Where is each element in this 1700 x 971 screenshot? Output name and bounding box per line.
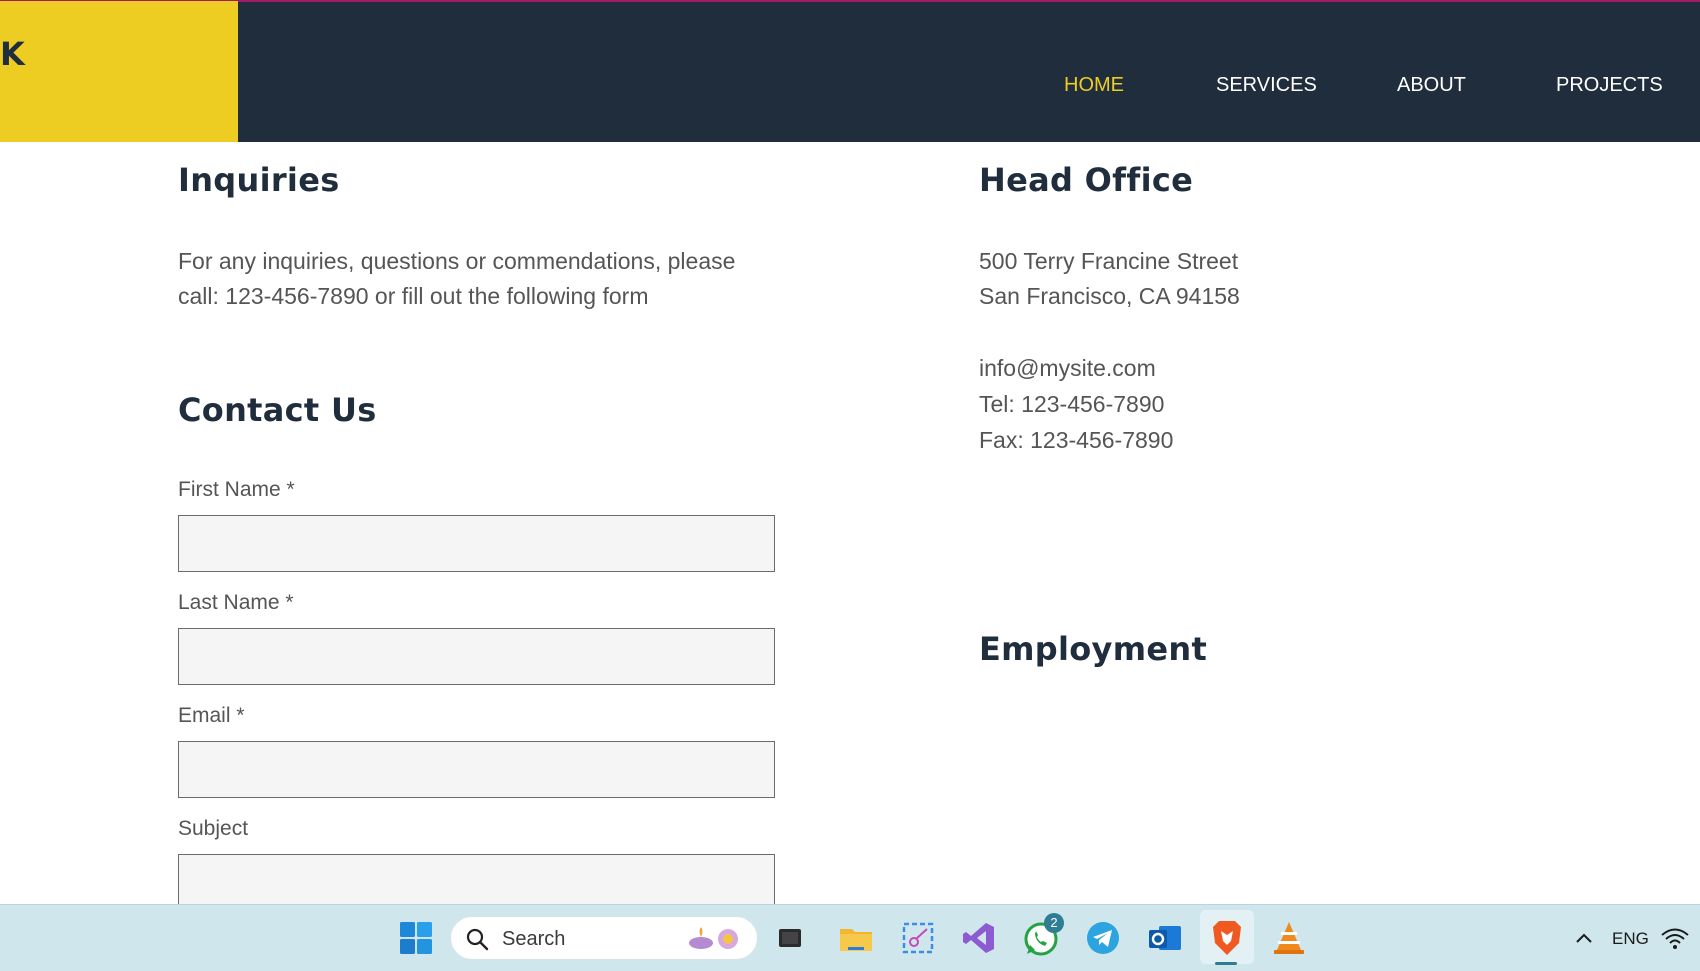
visual-studio-icon[interactable]: [958, 917, 1000, 959]
head-office-heading: Head Office: [979, 161, 1194, 199]
outlook-icon[interactable]: [1144, 917, 1186, 959]
search-icon: [466, 928, 489, 951]
search-placeholder: Search: [502, 928, 566, 950]
nav-home[interactable]: HOME: [1064, 74, 1124, 100]
subject-field[interactable]: [178, 854, 775, 906]
active-app-indicator: [1215, 962, 1237, 965]
inquiries-text-line1: For any inquiries, questions or commenda…: [178, 248, 736, 274]
last-name-field[interactable]: [178, 628, 775, 685]
whatsapp-icon[interactable]: 2: [1020, 913, 1064, 959]
last-name-label: Last Name *: [178, 591, 294, 614]
inquiries-text-line2: call: 123-456-7890 or fill out the follo…: [178, 283, 649, 309]
file-explorer-icon[interactable]: [835, 917, 877, 959]
telegram-icon[interactable]: [1082, 917, 1124, 959]
office-fax: Fax: 123-456-7890: [979, 427, 1174, 453]
address-line1: 500 Terry Francine Street: [979, 248, 1239, 274]
site-header: K HOME SERVICES ABOUT PROJECTS: [0, 0, 1700, 142]
email-label: Email *: [178, 704, 245, 727]
first-name-label: First Name *: [178, 478, 295, 501]
office-email[interactable]: info@mysite.com: [979, 351, 1156, 386]
wifi-icon[interactable]: [1660, 917, 1700, 959]
logo-text[interactable]: K: [0, 35, 25, 73]
taskbar: Search 2 ENG: [0, 904, 1700, 971]
employment-heading: Employment: [979, 630, 1208, 668]
inquiries-heading: Inquiries: [178, 161, 340, 199]
taskbar-search-box[interactable]: Search: [450, 916, 758, 960]
first-name-field[interactable]: [178, 515, 775, 572]
search-highlight-icon: [689, 927, 738, 949]
email-field[interactable]: [178, 741, 775, 798]
chevron-up-icon[interactable]: [1563, 917, 1605, 959]
subject-label: Subject: [178, 817, 249, 840]
nav-projects[interactable]: PROJECTS: [1556, 74, 1663, 100]
language-indicator[interactable]: ENG: [1612, 929, 1649, 949]
windows-start-icon[interactable]: [395, 917, 437, 959]
header-accent-line: [0, 0, 1700, 2]
snipping-tool-icon[interactable]: [897, 917, 939, 959]
whatsapp-badge: 2: [1044, 913, 1064, 933]
vlc-icon[interactable]: [1268, 917, 1310, 959]
contact-us-heading: Contact Us: [178, 391, 377, 429]
nav-about[interactable]: ABOUT: [1397, 74, 1466, 100]
logo-block[interactable]: K: [0, 1, 238, 142]
task-view-icon[interactable]: [769, 917, 811, 959]
office-tel: Tel: 123-456-7890: [979, 391, 1165, 417]
brave-icon[interactable]: [1206, 917, 1248, 959]
address-line2: San Francisco, CA 94158: [979, 283, 1240, 309]
nav-services[interactable]: SERVICES: [1216, 74, 1317, 100]
